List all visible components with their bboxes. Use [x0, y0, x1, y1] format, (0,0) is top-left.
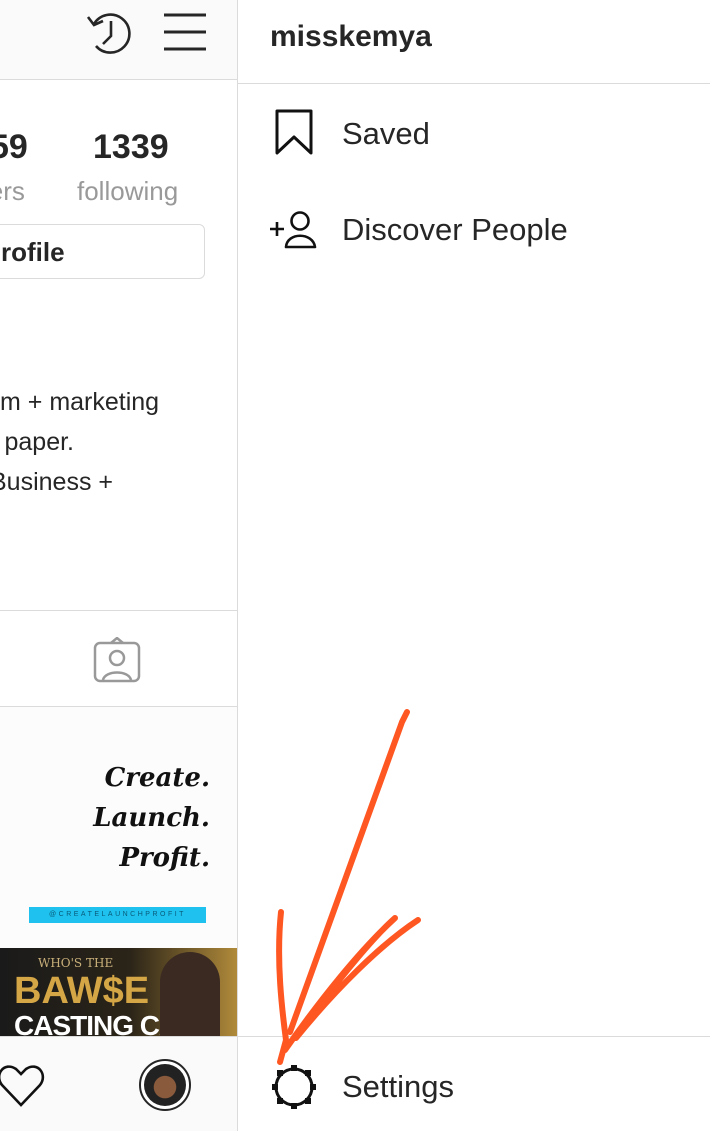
- bio-line: l paper.: [0, 428, 75, 456]
- bio-line: Business +: [0, 468, 113, 496]
- edit-profile-label: rofile: [1, 237, 65, 267]
- post-text: WHO'S THE: [38, 956, 114, 970]
- menu-item-saved[interactable]: Saved: [238, 88, 710, 178]
- profile-top-bar: [0, 0, 237, 80]
- menu-item-label: Saved: [342, 116, 430, 151]
- followers-label[interactable]: wers: [0, 176, 25, 207]
- history-icon[interactable]: [84, 8, 134, 58]
- heart-icon[interactable]: [0, 1063, 46, 1109]
- post-text: Create.: [104, 763, 210, 793]
- following-label[interactable]: following: [77, 176, 178, 207]
- menu-item-settings[interactable]: Settings: [238, 1036, 710, 1131]
- profile-tab-bar: [0, 610, 237, 707]
- profile-avatar-tab[interactable]: [139, 1059, 191, 1111]
- menu-item-label: Discover People: [342, 212, 568, 247]
- post-text: Launch.: [93, 803, 210, 833]
- tagged-photos-icon[interactable]: [93, 637, 141, 683]
- menu-item-discover-people[interactable]: Discover People: [238, 184, 710, 274]
- username: misskemya: [270, 20, 432, 53]
- menu-icon[interactable]: [164, 13, 206, 51]
- post-handle-tag: @CREATELAUNCHPROFIT: [29, 907, 206, 923]
- following-count[interactable]: 1339: [93, 128, 169, 167]
- bookmark-icon: [275, 109, 313, 155]
- followers-count[interactable]: 59: [0, 128, 28, 167]
- post-text: Profit.: [119, 843, 210, 873]
- post-person-image: [160, 952, 220, 1036]
- add-person-icon: [270, 211, 317, 249]
- drawer-header: misskemya: [238, 0, 710, 84]
- bio-line: m + marketing: [0, 388, 160, 416]
- bottom-nav: [0, 1036, 237, 1131]
- post-thumbnail[interactable]: WHO'S THE BAW$E CASTING CALL: [0, 948, 237, 1036]
- post-text: BAW$E: [14, 970, 150, 1012]
- profile-panel: 59 wers 1339 following rofile m + market…: [0, 0, 237, 1131]
- side-drawer: misskemya Saved Discover People Settings: [237, 0, 710, 1131]
- settings-label: Settings: [342, 1069, 455, 1104]
- edit-profile-button[interactable]: rofile: [0, 224, 205, 279]
- gear-icon: [272, 1065, 316, 1109]
